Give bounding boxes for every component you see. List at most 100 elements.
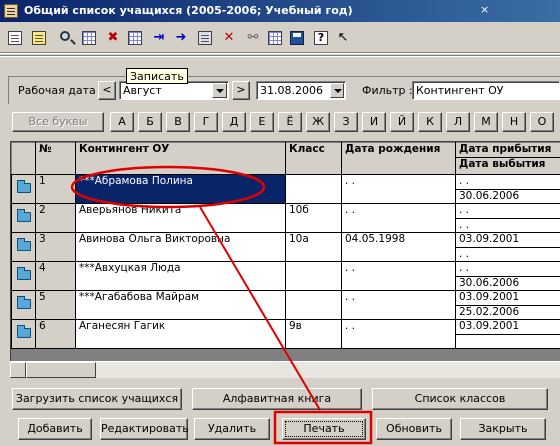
letter-button[interactable]: Б [138,112,162,132]
horizontal-scrollbar[interactable] [10,361,560,378]
folder-icon [16,208,31,222]
student-name[interactable]: ***Авхуцкая Люда [75,261,286,291]
grid-icon[interactable] [126,29,144,47]
student-name[interactable]: ***Агабабова Майрам [75,290,286,320]
letter-button[interactable]: Е [250,112,274,132]
student-name[interactable]: ***Абрамова Полина [75,174,286,204]
delete-icon[interactable]: ✖ [104,29,122,47]
arrival-departure-cell[interactable]: 03.09.2001 . . [455,232,560,262]
date-field[interactable]: 31.08.2006 [256,81,346,100]
letter-button[interactable]: Д [222,112,246,132]
filter-select[interactable]: Контингент ОУ [412,81,560,100]
load-students-button[interactable]: Загрузить список учащихся [12,388,182,410]
birth-header[interactable]: Дата рождения [341,142,456,175]
arrival-departure-cell[interactable]: . . 30.06.2006 [455,174,560,204]
arrival-departure-cell[interactable]: 03.09.2001 [455,319,560,349]
print-button[interactable]: Печать [282,418,366,440]
alphabet-book-button[interactable]: Алфавитная книга [192,388,362,410]
grid-icon[interactable] [266,29,284,47]
student-class[interactable]: 9в [285,319,342,349]
move-icon[interactable]: ⇥ [150,29,168,47]
link-icon[interactable]: ⚯ [244,29,262,47]
row-indicator[interactable] [11,174,36,204]
student-class[interactable] [285,174,342,204]
letter-button[interactable]: Н [502,112,526,132]
row-number: 6 [35,319,76,349]
document-icon[interactable] [6,29,24,47]
arrival-departure-cell[interactable]: 03.09.2001 25.02.2006 [455,290,560,320]
arrival-date: 03.09.2001 [459,233,520,246]
student-class[interactable]: 10б [285,203,342,233]
delete-button[interactable]: Удалить [194,418,270,440]
close-icon[interactable]: × [480,3,489,16]
prev-month-button[interactable]: < [98,81,116,100]
students-grid[interactable]: № Контингент ОУ Класс Дата рождения Дата… [10,141,560,378]
table-row[interactable]: 4 ***Авхуцкая Люда . . . . 30.06.2006 [11,261,560,291]
grid-icon[interactable] [80,29,98,47]
refresh-button[interactable]: Обновить [376,418,452,440]
cross-icon[interactable]: ✕ [220,29,238,47]
folder-icon [16,324,31,338]
letter-button[interactable]: И [362,112,386,132]
row-indicator[interactable] [11,232,36,262]
letter-button[interactable]: Л [446,112,470,132]
student-name[interactable]: Аверьянов Никита [75,203,286,233]
arrival-departure-cell[interactable]: . . 30.06.2006 [455,261,560,291]
edit-button[interactable]: Редактировать [100,418,189,440]
birth-date[interactable]: . . [341,290,456,320]
copy-icon[interactable] [196,29,214,47]
birth-date[interactable]: . . [341,261,456,291]
letter-button[interactable]: Ё [278,112,302,132]
next-month-button[interactable]: > [232,81,250,100]
num-header[interactable]: № [35,142,76,175]
letter-button[interactable]: Ж [306,112,330,132]
scroll-left-icon[interactable] [10,362,26,378]
departure-date: 25.02.2006 [456,305,560,319]
calendar-icon[interactable] [330,83,344,98]
letter-button[interactable]: К [418,112,442,132]
letter-button[interactable]: О [530,112,554,132]
birth-date[interactable]: . . [341,174,456,204]
name-header[interactable]: Контингент ОУ [75,142,286,175]
save-icon[interactable] [288,29,306,47]
student-class[interactable]: 10а [285,232,342,262]
app-icon [4,4,18,18]
row-indicator[interactable] [11,319,36,349]
all-letters-button[interactable]: Все буквы [12,112,104,132]
pointer-icon[interactable]: ↖ [334,29,352,47]
letter-button[interactable]: Й [390,112,414,132]
letter-button[interactable]: З [334,112,358,132]
close-button[interactable]: Закрыть [460,418,546,440]
student-name[interactable]: Авинова Ольга Викторовна [75,232,286,262]
edit-icon[interactable] [30,29,48,47]
scroll-thumb[interactable] [26,362,96,378]
table-row[interactable]: 2 Аверьянов Никита 10б . . . . . . [11,203,560,233]
toolbar-divider [0,52,560,54]
letter-button[interactable]: Г [194,112,218,132]
letter-button[interactable]: В [166,112,190,132]
help-icon[interactable]: ? [312,29,330,47]
table-row[interactable]: 3 Авинова Ольга Викторовна 10а 04.05.199… [11,232,560,262]
row-indicator[interactable] [11,290,36,320]
row-indicator[interactable] [11,203,36,233]
chevron-down-icon[interactable] [212,83,227,98]
table-row[interactable]: 5 ***Агабабова Майрам . . 03.09.2001 25.… [11,290,560,320]
arrival-departure-header[interactable]: Дата прибытия Дата выбытия [455,142,560,175]
letter-button[interactable]: М [474,112,498,132]
arrival-departure-cell[interactable]: . . . . [455,203,560,233]
row-indicator[interactable] [11,261,36,291]
arrow-icon[interactable]: ➜ [172,29,190,47]
letter-button[interactable]: А [110,112,134,132]
student-class[interactable] [285,261,342,291]
class-header[interactable]: Класс [285,142,342,175]
birth-date[interactable]: . . [341,203,456,233]
birth-date[interactable]: 04.05.1998 [341,232,456,262]
table-row[interactable]: 6 Аганесян Гагик 9в . . 03.09.2001 [11,319,560,349]
birth-date[interactable]: . . [341,319,456,349]
search-icon[interactable] [58,29,76,47]
student-name[interactable]: Аганесян Гагик [75,319,286,349]
student-class[interactable] [285,290,342,320]
class-list-button[interactable]: Список классов [372,388,548,410]
table-row[interactable]: 1 ***Абрамова Полина . . . . 30.06.2006 [11,174,560,204]
add-button[interactable]: Добавить [18,418,92,440]
